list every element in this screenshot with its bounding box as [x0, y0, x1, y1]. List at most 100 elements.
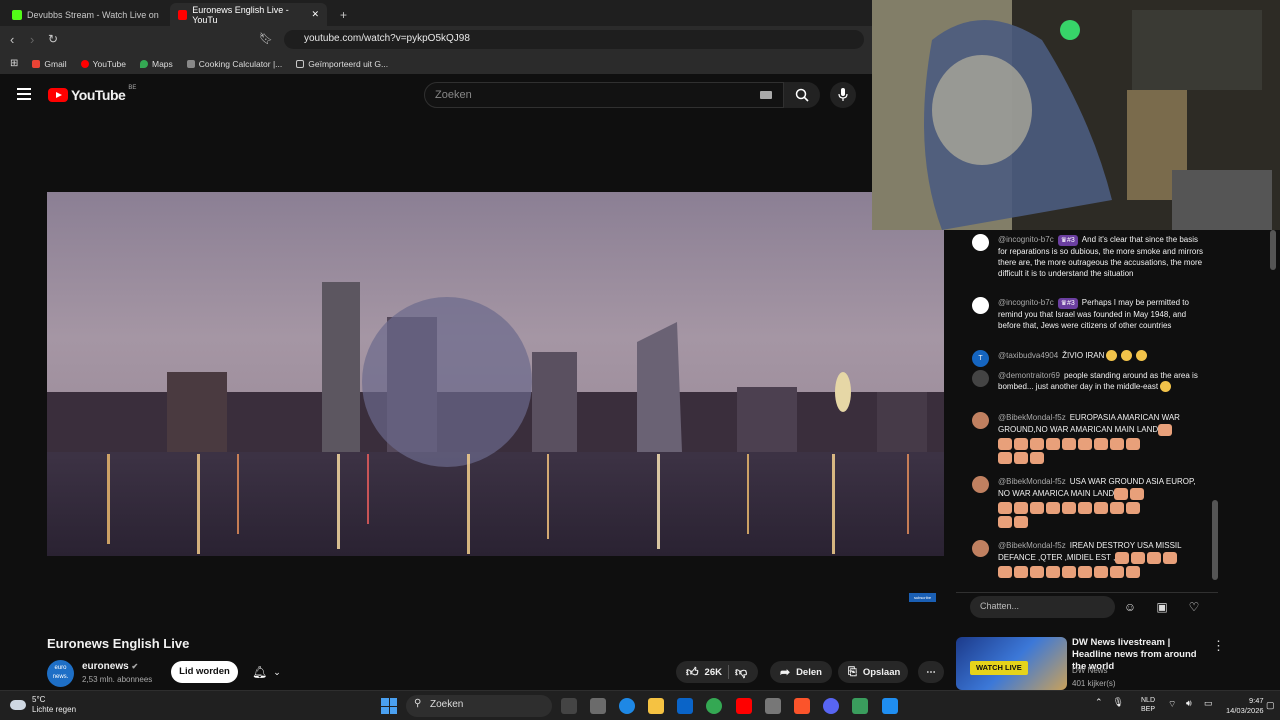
- avatar[interactable]: [972, 234, 989, 251]
- bookmark-icon[interactable]: 🔖︎: [259, 32, 273, 45]
- more-actions-button[interactable]: ⋯: [918, 661, 944, 683]
- angry-emoji-icon: [1094, 566, 1108, 578]
- chat-author[interactable]: @BibekMondal-f5z: [998, 477, 1066, 486]
- subscribe-badge[interactable]: subscribe: [909, 593, 936, 602]
- more-options-icon[interactable]: ⋮: [1212, 638, 1225, 654]
- new-tab-button[interactable]: +: [332, 3, 355, 26]
- menu-icon[interactable]: [17, 88, 31, 100]
- taskbar-search[interactable]: ⚲ Zoeken: [406, 695, 552, 717]
- bookmark-label: Maps: [152, 58, 173, 69]
- angry-emoji-icon: [1114, 488, 1129, 500]
- like-button[interactable]: 👍︎ 26K: [686, 665, 722, 680]
- notification-bell-button[interactable]: 🔔︎ ⌄: [246, 661, 290, 683]
- channel-name[interactable]: euronews ✔: [82, 661, 138, 672]
- reload-icon[interactable]: ↻: [48, 32, 58, 46]
- video-player[interactable]: [47, 192, 944, 556]
- app-icon[interactable]: [882, 698, 898, 714]
- angry-emoji-icon: [1062, 438, 1076, 450]
- avatar[interactable]: [972, 297, 989, 314]
- avatar[interactable]: [972, 476, 989, 493]
- chat-author[interactable]: @taxibudva4904: [998, 351, 1058, 360]
- chat-author[interactable]: @BibekMondal-f5z: [998, 413, 1066, 422]
- bookmark-label: Gmail: [44, 58, 67, 69]
- angry-emoji-icon: [1014, 452, 1028, 464]
- share-button[interactable]: ➦ Delen: [770, 661, 832, 683]
- volume-icon[interactable]: 🔊︎: [1186, 698, 1192, 709]
- page-scrollbar[interactable]: [1270, 230, 1276, 270]
- gmail-icon: [32, 59, 41, 68]
- verified-icon: ✔: [131, 662, 139, 671]
- chat-author[interactable]: @incognito-b7c: [998, 235, 1054, 244]
- chat-author[interactable]: @BibekMondal-f5z: [998, 541, 1066, 550]
- super-chat-icon[interactable]: ▣: [1154, 599, 1170, 615]
- kick-icon: [12, 9, 22, 20]
- recommended-channel[interactable]: DW News: [1072, 666, 1108, 675]
- like-count: 26K: [704, 666, 722, 678]
- search-button[interactable]: [784, 82, 820, 108]
- chrome-icon[interactable]: [706, 698, 722, 714]
- youtube-logo[interactable]: YouTube BE: [48, 85, 136, 103]
- channel-avatar[interactable]: euro news.: [47, 660, 74, 687]
- bookmark-maps[interactable]: Maps: [140, 59, 173, 69]
- avatar[interactable]: T: [972, 350, 989, 367]
- chat-message: @incognito-b7c ♛#3 And it's clear that sin…: [954, 234, 1204, 279]
- calculator-icon[interactable]: [765, 698, 781, 714]
- angry-emoji-icon: [1030, 502, 1044, 514]
- youtube-icon[interactable]: [736, 698, 752, 714]
- avatar[interactable]: [972, 540, 989, 557]
- edge-icon[interactable]: [619, 698, 635, 714]
- avatar[interactable]: [972, 370, 989, 387]
- task-view-icon[interactable]: [561, 698, 577, 714]
- clock[interactable]: 9:47 14/03/2026: [1226, 696, 1264, 716]
- chat-input[interactable]: Chatten...: [970, 596, 1115, 618]
- heart-icon[interactable]: ♡: [1186, 599, 1202, 615]
- system-tray: ⌃ 🎙︎: [1095, 697, 1124, 708]
- search-input[interactable]: Zoeken: [424, 82, 784, 108]
- angry-emoji-icon: [1046, 438, 1060, 450]
- brave-icon[interactable]: [794, 698, 810, 714]
- tab-euronews[interactable]: Euronews English Live - YouTu ✕: [170, 3, 327, 26]
- chat-author[interactable]: @demontraitor69: [998, 371, 1060, 380]
- file-explorer-icon[interactable]: [648, 698, 664, 714]
- bookmark-youtube[interactable]: YouTube: [80, 59, 126, 69]
- angry-emoji-icon: [998, 566, 1012, 578]
- time: 9:47: [1248, 696, 1264, 705]
- subscriber-count: 2,53 mln. abonnees: [82, 675, 153, 684]
- chat-author[interactable]: @incognito-b7c: [998, 298, 1054, 307]
- close-tab-icon[interactable]: ✕: [311, 9, 319, 20]
- emoji-icon[interactable]: ☺: [1122, 599, 1138, 615]
- store-icon[interactable]: [590, 698, 606, 714]
- notification-icon[interactable]: ▢: [1266, 700, 1275, 711]
- discord-icon[interactable]: [823, 698, 839, 714]
- bookmark-gmail[interactable]: Gmail: [32, 58, 67, 69]
- url-field[interactable]: youtube.com/watch?v=pykpO5kQJ98: [284, 30, 864, 49]
- bookmark-cooking-calculator[interactable]: Cooking Calculator |...: [186, 59, 282, 69]
- language-code: NLD: [1141, 697, 1156, 704]
- dislike-button[interactable]: 👎︎: [735, 665, 747, 680]
- chat-scrollbar[interactable]: [1212, 500, 1218, 580]
- avatar[interactable]: [972, 412, 989, 429]
- language-indicator[interactable]: NLD BEP: [1141, 696, 1155, 714]
- bookmark-folder-imported[interactable]: Geïmporteerd uit G...: [296, 59, 388, 69]
- chevron-up-icon[interactable]: ⌃: [1095, 697, 1103, 708]
- forward-icon[interactable]: ›: [30, 32, 34, 47]
- save-button[interactable]: ⎘ Opslaan: [838, 661, 908, 683]
- back-icon[interactable]: ‹: [10, 32, 14, 47]
- mail-icon[interactable]: [677, 698, 693, 714]
- wifi-icon[interactable]: ⌔: [1168, 699, 1176, 710]
- microphone-icon[interactable]: 🎙︎: [1113, 697, 1124, 708]
- voice-search-button[interactable]: [830, 82, 856, 108]
- weather-widget[interactable]: 5°C Lichte regen: [10, 695, 76, 715]
- angry-emoji-icon: [1094, 438, 1108, 450]
- apps-icon[interactable]: ⊞: [10, 58, 18, 69]
- start-button[interactable]: [381, 698, 397, 714]
- join-button[interactable]: Lid worden: [171, 661, 238, 683]
- battery-icon[interactable]: ▭: [1204, 698, 1213, 709]
- keyboard-icon[interactable]: [760, 91, 772, 99]
- angry-emoji-icon: [1115, 552, 1130, 564]
- member-badge: ♛#3: [1057, 298, 1078, 309]
- thumbs-up-icon: 👍︎: [686, 664, 699, 679]
- app-icon[interactable]: [852, 698, 868, 714]
- tab-devubbs-stream[interactable]: Devubbs Stream - Watch Live on: [4, 3, 169, 26]
- tab-label: Euronews English Live - YouTu: [192, 4, 289, 25]
